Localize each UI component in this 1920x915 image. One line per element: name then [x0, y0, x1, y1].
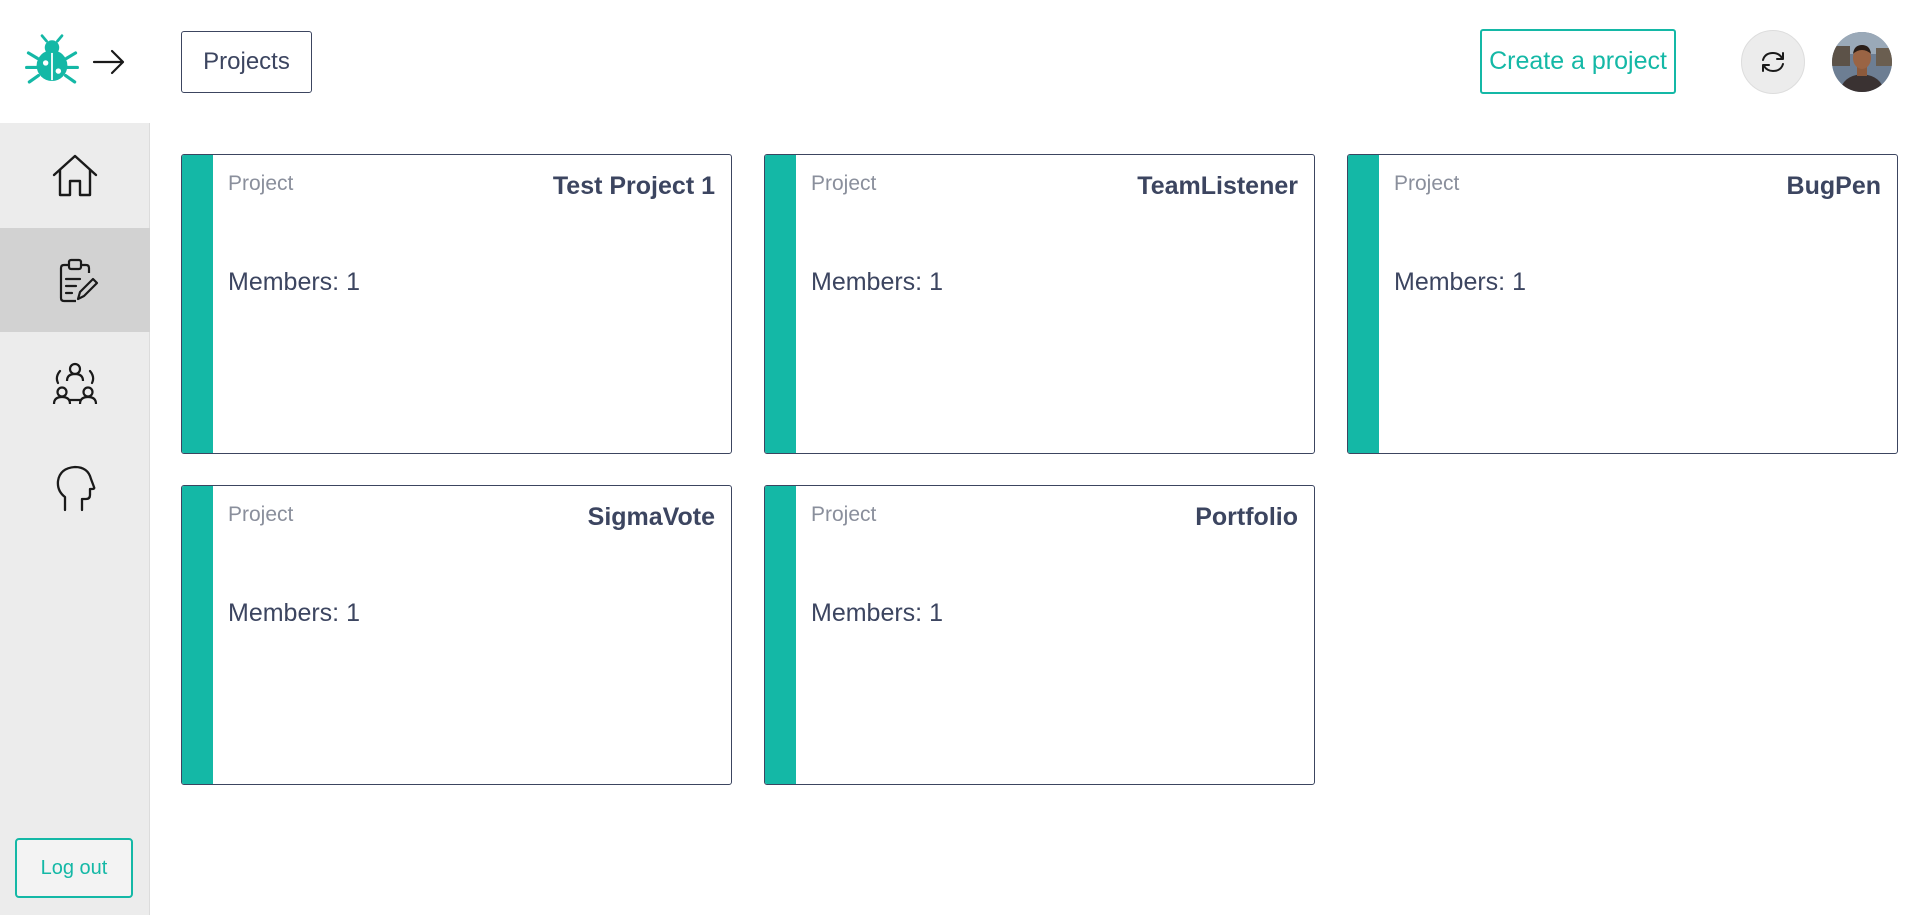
sidebar: Log out: [0, 0, 150, 915]
card-accent-bar: [182, 155, 213, 453]
app: Log out Projects Create a project Projec…: [0, 0, 1920, 915]
user-avatar-image: [1832, 32, 1892, 92]
card-accent-bar: [182, 486, 213, 784]
project-members: Members: 1: [811, 599, 943, 627]
logout-button[interactable]: Log out: [15, 838, 133, 898]
nav-item-profile[interactable]: [0, 436, 150, 540]
project-members: Members: 1: [228, 599, 360, 627]
nav-item-projects[interactable]: [0, 228, 150, 332]
card-accent-bar: [765, 486, 796, 784]
head-profile-icon: [56, 465, 96, 512]
card-type-label: Project: [228, 503, 294, 526]
home-icon: [52, 154, 98, 197]
project-card[interactable]: Project BugPen Members: 1: [1347, 154, 1898, 454]
project-title: BugPen: [1786, 172, 1881, 200]
team-icon: [52, 362, 98, 405]
card-type-label: Project: [228, 172, 294, 195]
project-card[interactable]: Project Portfolio Members: 1: [764, 485, 1315, 785]
clipboard-edit-icon: [59, 258, 99, 303]
nav-item-home[interactable]: [0, 124, 150, 228]
breadcrumb-projects[interactable]: Projects: [181, 31, 312, 93]
project-title: SigmaVote: [587, 503, 715, 531]
project-title: Test Project 1: [552, 172, 715, 200]
card-type-label: Project: [1394, 172, 1460, 195]
create-project-button[interactable]: Create a project: [1480, 29, 1676, 94]
project-card[interactable]: Project Test Project 1 Members: 1: [181, 154, 732, 454]
nav-item-teams[interactable]: [0, 332, 150, 436]
avatar[interactable]: [1832, 32, 1892, 92]
project-title: TeamListener: [1137, 172, 1298, 200]
project-title: Portfolio: [1195, 503, 1298, 531]
project-card[interactable]: Project SigmaVote Members: 1: [181, 485, 732, 785]
card-type-label: Project: [811, 172, 877, 195]
sidebar-header: [0, 0, 150, 123]
project-card[interactable]: Project TeamListener Members: 1: [764, 154, 1315, 454]
arrow-right-icon[interactable]: [91, 44, 127, 80]
project-members: Members: 1: [1394, 268, 1526, 296]
card-accent-bar: [765, 155, 796, 453]
refresh-icon: [1762, 51, 1784, 73]
refresh-button[interactable]: [1741, 30, 1805, 94]
bug-logo-icon: [25, 33, 79, 84]
project-members: Members: 1: [811, 268, 943, 296]
project-members: Members: 1: [228, 268, 360, 296]
card-accent-bar: [1348, 155, 1379, 453]
card-type-label: Project: [811, 503, 877, 526]
